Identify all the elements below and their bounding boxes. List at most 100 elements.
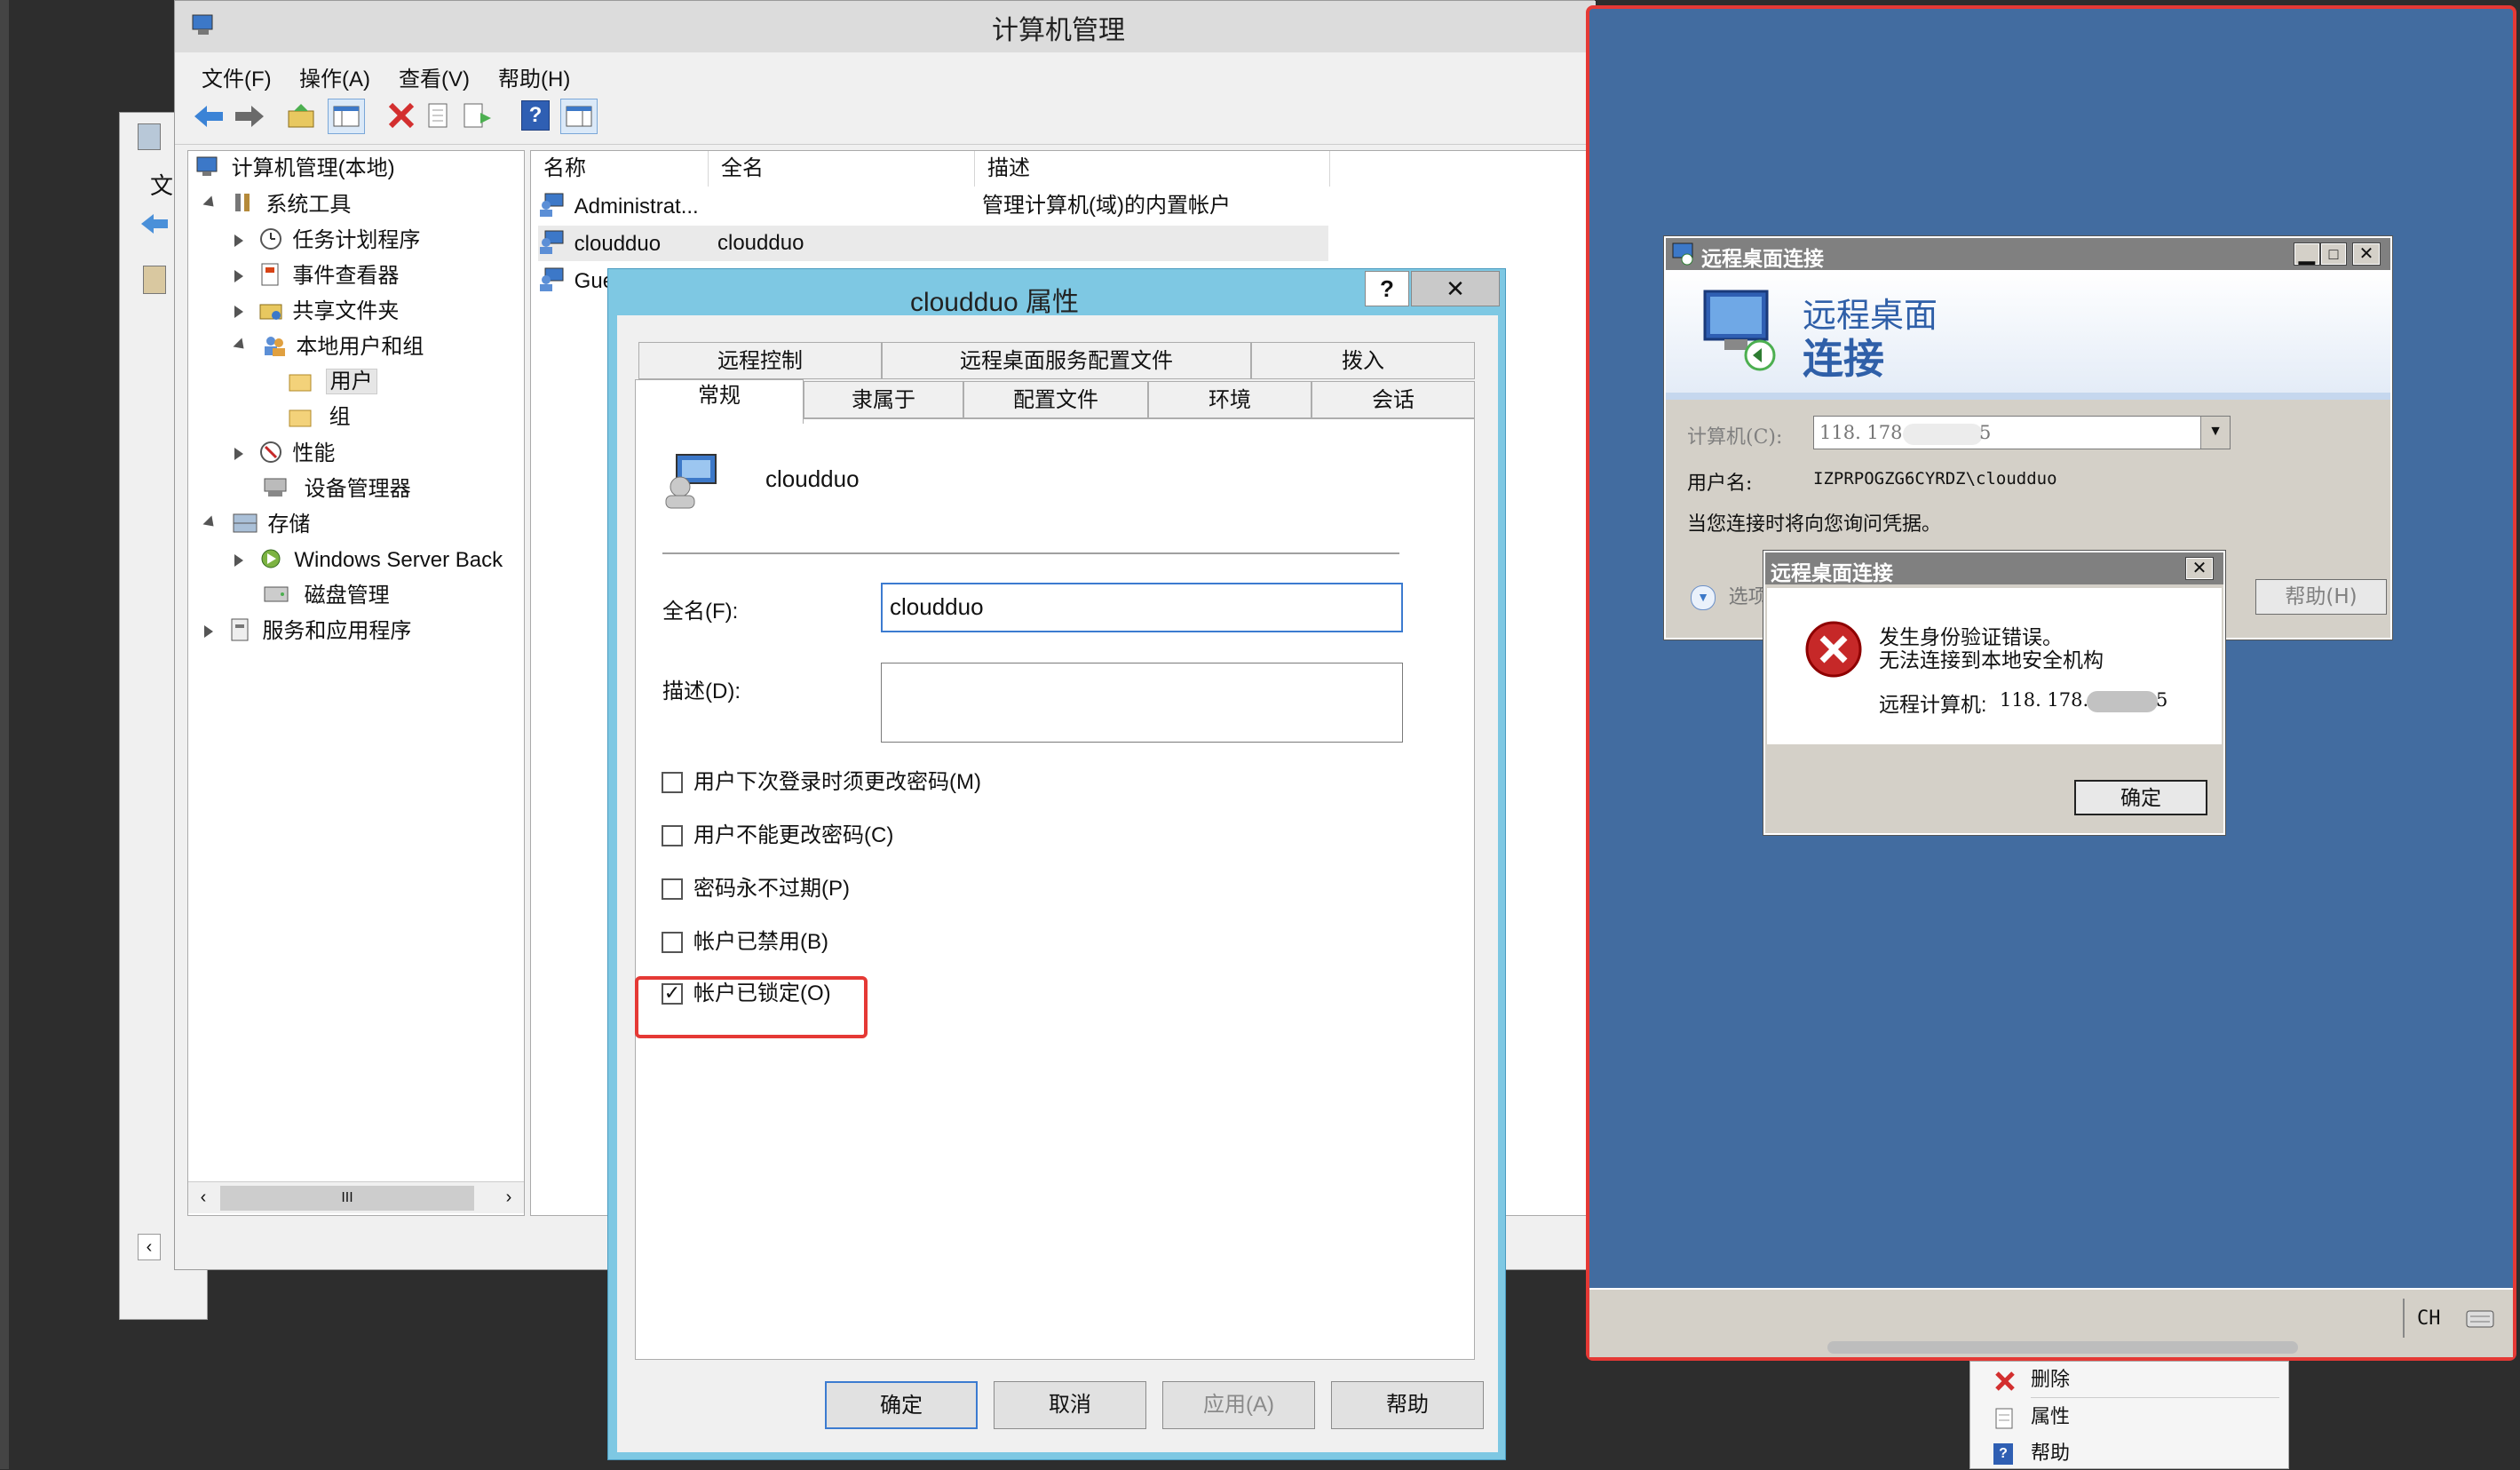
delete-icon xyxy=(1993,1369,2017,1392)
checkbox-box[interactable] xyxy=(662,772,683,793)
apply-button[interactable]: 应用(A) xyxy=(1162,1381,1315,1429)
action-pane-icon[interactable] xyxy=(560,99,598,134)
collapsed-arrow-icon[interactable] xyxy=(204,625,213,638)
help-button[interactable]: 帮助 xyxy=(1331,1381,1484,1429)
dialog-help-button[interactable]: ? xyxy=(1365,271,1409,306)
column-header-description[interactable]: 描述 xyxy=(975,151,1330,187)
collapsed-arrow-icon[interactable] xyxy=(234,448,243,460)
tab-sessions[interactable]: 会话 xyxy=(1312,381,1475,418)
error-close-button[interactable]: ✕ xyxy=(2185,557,2214,580)
checkbox-must-change-password[interactable]: 用户下次登录时须更改密码(M) xyxy=(662,765,1194,800)
tree-item-services-apps[interactable]: 服务和应用程序 xyxy=(204,613,411,648)
scroll-thumb[interactable]: III xyxy=(220,1186,474,1211)
up-folder-icon[interactable] xyxy=(287,102,317,131)
ok-button[interactable]: 确定 xyxy=(825,1381,978,1429)
list-item-name: Administrat... xyxy=(574,195,699,219)
tree-item-groups[interactable]: 组 xyxy=(288,400,351,435)
tree-label: 事件查看器 xyxy=(292,264,400,288)
tree-item-local-users-groups[interactable]: 本地用户和组 xyxy=(233,329,424,364)
column-header-fullname[interactable]: 全名 xyxy=(709,151,975,187)
checkbox-account-disabled[interactable]: 帐户已禁用(B) xyxy=(662,925,1194,960)
language-indicator[interactable]: CH xyxy=(2417,1307,2441,1330)
expanded-arrow-icon[interactable] xyxy=(202,195,218,211)
tree-item-disk-management[interactable]: 磁盘管理 xyxy=(263,577,390,613)
menu-view[interactable]: 查看(V) xyxy=(399,61,470,92)
menu-item-help[interactable]: ? 帮助 xyxy=(1970,1436,2290,1470)
menu-item-label: 删除 xyxy=(2031,1368,2071,1390)
column-header-name[interactable]: 名称 xyxy=(531,151,709,187)
options-button[interactable]: ▼ 选项 xyxy=(1691,581,1771,613)
checkbox-cannot-change-password[interactable]: 用户不能更改密码(C) xyxy=(662,818,1194,854)
scroll-right-arrow[interactable]: › xyxy=(497,1186,520,1209)
collapsed-arrow-icon[interactable] xyxy=(234,270,243,282)
menu-separator xyxy=(2031,1397,2279,1398)
close-button[interactable]: ✕ xyxy=(2352,242,2381,266)
list-item[interactable]: cloudduo cloudduo xyxy=(538,226,1328,261)
rdc-help-button[interactable]: 帮助(H) xyxy=(2255,579,2387,615)
storage-icon xyxy=(232,511,258,536)
fullname-value: cloudduo xyxy=(890,593,984,620)
collapsed-arrow-icon[interactable] xyxy=(234,234,243,247)
tab-remote-control[interactable]: 远程控制 xyxy=(638,342,882,379)
scroll-left-arrow[interactable]: ‹ xyxy=(192,1186,215,1209)
background-collapse-left[interactable]: ‹ xyxy=(138,1234,161,1260)
tree-horizontal-scrollbar[interactable]: ‹ III › xyxy=(188,1181,524,1213)
help-icon[interactable]: ? xyxy=(521,100,550,131)
tab-profile[interactable]: 配置文件 xyxy=(963,381,1148,418)
error-message-line-2: 无法连接到本地安全机构 xyxy=(1879,648,2104,671)
tab-rds-profile[interactable]: 远程桌面服务配置文件 xyxy=(882,342,1251,379)
checkbox-box[interactable] xyxy=(662,825,683,846)
tree-item-storage[interactable]: 存储 xyxy=(202,506,310,542)
services-icon xyxy=(228,617,253,642)
tree-item-task-scheduler[interactable]: 任务计划程序 xyxy=(234,222,420,258)
maximize-button[interactable]: □ xyxy=(2320,242,2347,266)
tree-item-shared-folders[interactable]: 共享文件夹 xyxy=(234,293,399,329)
checkbox-box[interactable] xyxy=(662,932,683,953)
expanded-arrow-icon[interactable] xyxy=(233,338,249,354)
collapsed-arrow-icon[interactable] xyxy=(234,306,243,318)
checkbox-password-never-expires[interactable]: 密码永不过期(P) xyxy=(662,871,1194,907)
menu-action[interactable]: 操作(A) xyxy=(299,61,370,92)
description-field[interactable] xyxy=(881,663,1403,743)
tree-item-system-tools[interactable]: 系统工具 xyxy=(202,187,351,222)
delete-icon[interactable] xyxy=(386,100,416,131)
list-item[interactable]: Administrat... 管理计算机(域)的内置帐户 xyxy=(538,188,1328,224)
tree-item-users[interactable]: 用户 xyxy=(288,364,377,400)
checkbox-box[interactable] xyxy=(662,878,683,900)
error-ok-button[interactable]: 确定 xyxy=(2074,780,2207,815)
back-icon[interactable] xyxy=(193,102,225,131)
menu-help[interactable]: 帮助(H) xyxy=(498,61,570,92)
computer-combobox[interactable]: 118. 178. 5 ▼ xyxy=(1813,416,2231,449)
keyboard-icon[interactable] xyxy=(2465,1306,2495,1331)
menu-item-properties[interactable]: 属性 xyxy=(1970,1399,2290,1434)
tree-item-device-manager[interactable]: 设备管理器 xyxy=(263,471,411,506)
tree-label: 服务和应用程序 xyxy=(262,619,412,643)
forward-icon[interactable] xyxy=(234,102,265,131)
export-list-icon[interactable] xyxy=(463,102,493,131)
tree-item-computer-management[interactable]: 计算机管理(本地) xyxy=(195,151,395,187)
tree-item-event-viewer[interactable]: 事件查看器 xyxy=(234,258,399,293)
back-arrow-icon[interactable] xyxy=(139,212,170,235)
cancel-button[interactable]: 取消 xyxy=(994,1381,1146,1429)
dialog-close-button[interactable]: ✕ xyxy=(1411,271,1500,306)
tab-dial-in[interactable]: 拨入 xyxy=(1251,342,1475,379)
tree-item-windows-server-backup[interactable]: Windows Server Back xyxy=(234,542,503,577)
tab-member-of[interactable]: 隶属于 xyxy=(804,381,963,418)
tab-environment[interactable]: 环境 xyxy=(1148,381,1312,418)
tab-general[interactable]: 常规 xyxy=(635,379,804,424)
minimize-button[interactable]: ▁ xyxy=(2294,242,2320,266)
menu-file[interactable]: 文件(F) xyxy=(202,61,272,92)
fullname-field[interactable]: cloudduo xyxy=(881,583,1403,632)
tree-item-performance[interactable]: 性能 xyxy=(234,435,335,471)
collapsed-arrow-icon[interactable] xyxy=(234,554,243,567)
banner-line-2: 连接 xyxy=(1803,336,1884,382)
menu-item-delete[interactable]: 删除 xyxy=(1970,1362,2290,1397)
dropdown-arrow-icon[interactable]: ▼ xyxy=(2200,417,2230,449)
expanded-arrow-icon[interactable] xyxy=(202,515,218,531)
tree-label: 组 xyxy=(329,405,351,429)
remote-scrollbar[interactable] xyxy=(1827,1341,2298,1354)
monitor-connect-icon xyxy=(1698,286,1783,375)
show-hide-tree-icon[interactable] xyxy=(328,99,365,134)
list-item[interactable]: Gue xyxy=(538,263,614,298)
properties-icon[interactable] xyxy=(425,102,454,131)
